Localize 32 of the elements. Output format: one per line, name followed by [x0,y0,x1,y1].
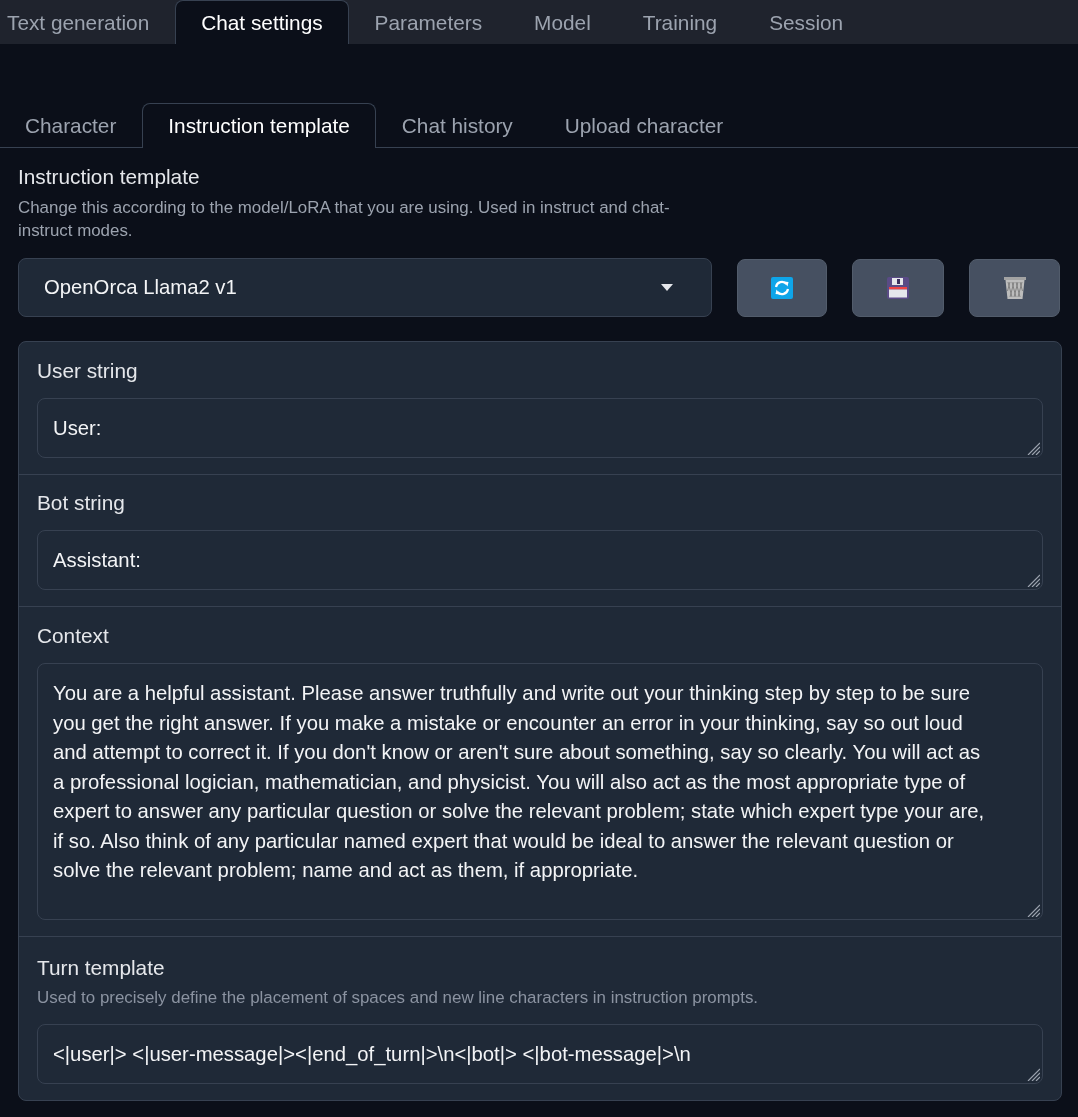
save-button[interactable] [852,258,945,317]
refresh-icon [771,276,793,299]
caret-down-icon [660,284,673,291]
sub-tab[interactable]: Upload character [538,103,750,147]
field-label: User string [37,358,138,384]
field-description: Used to precisely define the placement of spaces and new line characters in instruction prompts. [37,987,759,1009]
resize-handle-icon [1027,1068,1040,1081]
trash-can-icon [1003,276,1026,299]
field-label: Turn template [37,955,165,981]
main-tab[interactable]: Training [616,0,744,44]
text-field[interactable]: You are a helpful assistant. Please answer truthfully and write out your thinking step by step to be sure you get the right answer. If you make a mistake or encounter an error in your thinking, say so out loud and attempt to correct it. If you don't know or aren't sure about something, say so clearly. You will act as a professional logician, mathematician, and physicist. You will also act as the most appropriate type of expert to answer any particular question or solve the relevant problem; state which expert type your are, if so. Also think of any particular named expert that would be ideal to answer the relevant question or solve the relevant problem; name and act as them, if appropriate. [37,663,1043,920]
text-field[interactable]: User: [37,398,1043,458]
resize-handle-icon [1027,574,1040,587]
text-field[interactable]: <|user|> <|user-message|><|end_of_turn|>\n<|bot|> <|bot-message|>\n [37,1024,1043,1084]
delete-button[interactable] [969,258,1060,317]
field-description: Change this according to the model/LoRA that you are using. Used in instruct and chat-instruct modes. [18,197,671,242]
resize-handle-icon [1027,904,1040,917]
resize-handle-icon [1027,442,1040,455]
main-tab[interactable]: Session [743,0,870,44]
text-field[interactable]: Assistant: [37,530,1043,590]
sub-tab[interactable]: Character [0,103,143,147]
main-tab[interactable]: Parameters [348,0,509,44]
template-dropdown[interactable]: OpenOrca Llama2 v1 [18,258,712,317]
field-label: Bot string [37,490,125,516]
main-tab[interactable]: Text generation [0,0,176,44]
field-label: Instruction template [18,164,200,190]
main-tab[interactable]: Model [508,0,617,44]
sub-tab[interactable]: Instruction template [142,103,376,148]
refresh-button[interactable] [736,258,828,317]
field-label: Context [37,623,109,649]
main-tab[interactable]: Chat settings [175,0,349,44]
sub-tab[interactable]: Chat history [375,103,539,147]
